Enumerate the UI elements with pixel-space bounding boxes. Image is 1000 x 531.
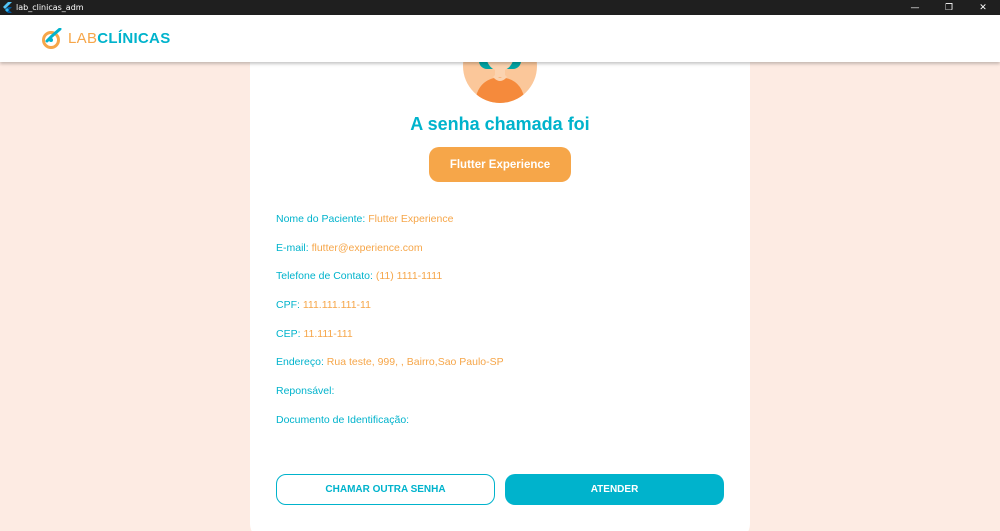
field-label: CPF: <box>276 299 303 311</box>
field-label: CEP: <box>276 328 304 340</box>
field-label: Nome do Paciente: <box>276 213 369 225</box>
field-value: Flutter Experience <box>368 213 454 225</box>
restore-button[interactable]: ❐ <box>932 0 966 15</box>
brand-name: LABCLÍNICAS <box>68 30 171 47</box>
brand-logo: LABCLÍNICAS <box>41 27 171 50</box>
field-label: E-mail: <box>276 242 312 254</box>
field-label: Reponsável: <box>276 385 335 397</box>
field-value: Rua teste, 999, , Bairro,Sao Paulo-SP <box>326 356 504 368</box>
field-label: Endereço: <box>276 356 327 368</box>
field-id-document: Documento de Identificação: <box>276 414 409 426</box>
close-button[interactable]: ✕ <box>966 0 1000 15</box>
field-guardian: Reponsável: <box>276 385 334 397</box>
field-value: flutter@experience.com <box>311 242 423 254</box>
field-label: Documento de Identificação: <box>276 414 410 426</box>
field-email: E-mail: flutter@experience.com <box>276 242 423 254</box>
window-titlebar: lab_clinicas_adm — ❐ ✕ <box>0 0 1000 15</box>
field-phone: Telefone de Contato: (11) 1111-1111 <box>276 270 442 282</box>
field-value: 111.111.111-11 <box>302 299 371 311</box>
called-name-badge: Flutter Experience <box>429 147 571 182</box>
app-header: LABCLÍNICAS <box>0 15 1000 62</box>
call-another-button[interactable]: CHAMAR OUTRA SENHA <box>276 474 495 505</box>
field-cpf: CPF: 111.111.111-11 <box>276 299 371 311</box>
flutter-icon <box>3 2 12 13</box>
field-value: 11.111-111 <box>303 328 353 340</box>
field-patient-name: Nome do Paciente: Flutter Experience <box>276 213 453 225</box>
attend-button[interactable]: ATENDER <box>505 474 724 505</box>
minimize-button[interactable]: — <box>898 0 932 15</box>
window-controls: — ❐ ✕ <box>898 0 1000 15</box>
page-heading: A senha chamada foi <box>410 114 590 134</box>
brand-name-clinicas: CLÍNICAS <box>97 30 171 47</box>
field-cep: CEP: 11.111-111 <box>276 328 353 340</box>
brand-name-lab: LAB <box>68 30 98 47</box>
field-address: Endereço: Rua teste, 999, , Bairro,Sao P… <box>276 356 504 368</box>
field-value: (11) 1111-1111 <box>375 270 443 282</box>
labclinicas-logo-icon <box>42 27 62 49</box>
window-title: lab_clinicas_adm <box>16 3 84 12</box>
field-label: Telefone de Contato: <box>276 270 376 282</box>
